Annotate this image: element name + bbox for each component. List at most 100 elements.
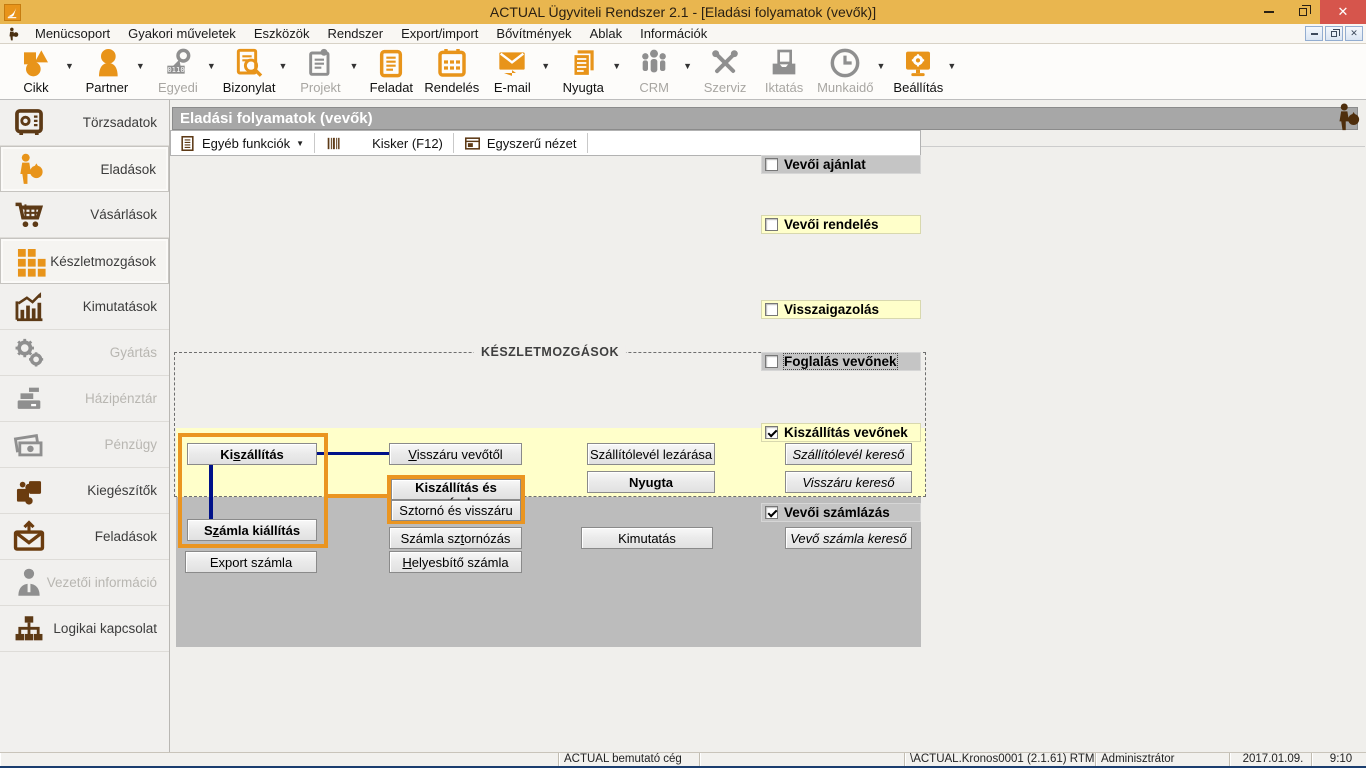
separator	[314, 133, 315, 153]
toolbar-feladat[interactable]: Feladat	[365, 47, 417, 95]
kiszallitas-button[interactable]: Kiszállítás	[187, 443, 317, 465]
sidebar-item-torzsadatok[interactable]: Törzsadatok	[0, 100, 169, 146]
separator	[453, 133, 454, 153]
toolbar-email[interactable]: E-mail	[486, 47, 538, 95]
status-bar: ACTUAL bemutató cég \ACTUAL.Kronos0001 (…	[0, 752, 1366, 766]
envelope-up-icon	[12, 520, 46, 554]
sidebar-item-eladasok[interactable]: Eladások	[0, 146, 169, 192]
dropdown-arrow-icon[interactable]: ▼	[541, 61, 550, 71]
toolbar-beallitas[interactable]: Beállítás	[892, 47, 944, 95]
szallitolevel-kereso-button[interactable]: Szállítólevél kereső	[785, 443, 912, 465]
toolbar-crm: CRM	[628, 47, 680, 95]
szamla-kiallitas-button[interactable]: Számla kiállítás	[187, 519, 317, 541]
szamla-sztornozas-button[interactable]: Számla sztornózás	[389, 527, 522, 549]
dropdown-arrow-icon[interactable]: ▼	[612, 61, 621, 71]
other-functions-button[interactable]: Egyéb funkciók ▼	[179, 135, 304, 152]
toolbar-projekt: Projekt	[294, 47, 346, 95]
sidebar-item-feladasok[interactable]: Feladások	[0, 514, 169, 560]
dropdown-arrow-icon[interactable]: ▼	[876, 61, 885, 71]
checkbox[interactable]	[765, 355, 778, 368]
toolbar-munkaido: Munkaidő	[817, 47, 873, 95]
status-user: Adminisztrátor	[1096, 753, 1230, 766]
dropdown-arrow-icon[interactable]: ▼	[136, 61, 145, 71]
kimutatas-button[interactable]: Kimutatás	[581, 527, 713, 549]
shapes-icon	[20, 47, 52, 79]
checkbox[interactable]	[765, 158, 778, 171]
app-window: ACTUAL Ügyviteli Rendszer 2.1 - [Eladási…	[0, 0, 1366, 768]
checkbox[interactable]	[765, 426, 778, 439]
menu-ablak[interactable]: Ablak	[581, 24, 632, 43]
toolbar-rendeles[interactable]: Rendelés	[424, 47, 479, 95]
stage-row-vevoi-szamlazas[interactable]: Vevői számlázás	[761, 503, 921, 522]
mdi-minimize-button[interactable]	[1305, 26, 1323, 41]
menu-menucsoport[interactable]: Menücsoport	[26, 24, 119, 43]
vevo-szamla-kereso-button[interactable]: Vevő számla kereső	[785, 527, 912, 549]
szallitolevel-lezarasa-button[interactable]: Szállítólevél lezárása	[587, 443, 715, 465]
salesperson-bag-icon	[13, 152, 47, 186]
menu-eszkozok[interactable]: Eszközök	[245, 24, 319, 43]
menu-informaciok[interactable]: Információk	[631, 24, 716, 43]
monitor-gear-icon	[902, 47, 934, 79]
dropdown-arrow-icon[interactable]: ▼	[207, 61, 216, 71]
stage-row-foglalas-vevonek[interactable]: Foglalás vevőnek	[761, 352, 921, 371]
status-empty	[700, 753, 905, 766]
kisker-button[interactable]: Kisker (F12)	[325, 135, 443, 152]
grid-icon	[13, 244, 47, 278]
head-icon	[91, 47, 123, 79]
checkbox[interactable]	[765, 218, 778, 231]
toolbar-bizonylat[interactable]: Bizonylat	[223, 47, 276, 95]
toolbar-nyugta[interactable]: Nyugta	[557, 47, 609, 95]
kiszallitas-es-szamla-button[interactable]: Kiszállítás és számla	[391, 479, 521, 500]
cart-icon	[12, 198, 46, 232]
sidebar: Törzsadatok Eladások Vásárlások Készletm…	[0, 100, 170, 752]
simple-view-icon	[464, 135, 481, 152]
visszaru-vevotol-button[interactable]: Visszáru vevőtől	[389, 443, 522, 465]
menu-bar: Menücsoport Gyakori műveletek Eszközök R…	[0, 24, 1366, 44]
stage-row-vevoi-ajanlat[interactable]: Vevői ajánlat	[761, 155, 921, 174]
dropdown-arrow-icon[interactable]: ▼	[683, 61, 692, 71]
sztorno-es-visszaru-button[interactable]: Sztornó és visszáru	[391, 500, 521, 521]
safe-icon	[12, 106, 46, 140]
sidebar-item-vasarlasok[interactable]: Vásárlások	[0, 192, 169, 238]
dropdown-arrow-icon[interactable]: ▼	[65, 61, 74, 71]
window-title: ACTUAL Ügyviteli Rendszer 2.1 - [Eladási…	[0, 0, 1366, 24]
calendar-icon	[436, 47, 468, 79]
main-toolbar: Cikk ▼ Partner ▼ 0110 Egyedi ▼ Bizonylat…	[0, 44, 1366, 100]
checkbox[interactable]	[765, 506, 778, 519]
checkbox[interactable]	[765, 303, 778, 316]
stage-row-vevoi-rendeles[interactable]: Vevői rendelés	[761, 215, 921, 234]
sidebar-item-keszletmozgasok[interactable]: Készletmozgások	[0, 238, 169, 284]
export-szamla-button[interactable]: Export számla	[185, 551, 317, 573]
dropdown-arrow-icon[interactable]: ▼	[349, 61, 358, 71]
stage-row-kiszallitas-vevonek[interactable]: Kiszállítás vevőnek	[761, 423, 921, 442]
toolbar-iktatas: Iktatás	[758, 47, 810, 95]
mdi-close-button[interactable]: ✕	[1345, 26, 1363, 41]
highlight-connector	[326, 494, 387, 498]
stage-row-visszaigazolas[interactable]: Visszaigazolás	[761, 300, 921, 319]
simple-view-button[interactable]: Egyszerű nézet	[464, 135, 577, 152]
gears-icon	[12, 336, 46, 370]
sidebar-item-kimutatasok[interactable]: Kimutatások	[0, 284, 169, 330]
toolbar-cikk[interactable]: Cikk	[10, 47, 62, 95]
sidebar-item-gyartas: Gyártás	[0, 330, 169, 376]
visszaru-kereso-button[interactable]: Visszáru kereső	[785, 471, 912, 493]
helyesbito-szamla-button[interactable]: Helyesbítő számla	[389, 551, 522, 573]
toolbar-partner[interactable]: Partner	[81, 47, 133, 95]
nyugta-button[interactable]: Nyugta	[587, 471, 715, 493]
mdi-restore-button[interactable]	[1325, 26, 1343, 41]
svg-text:0110: 0110	[167, 65, 184, 74]
clock-icon	[829, 47, 861, 79]
dropdown-arrow-icon[interactable]: ▼	[947, 61, 956, 71]
notepad-icon	[375, 47, 407, 79]
sidebar-item-kiegeszitok[interactable]: Kiegészítők	[0, 468, 169, 514]
menu-export-import[interactable]: Export/import	[392, 24, 487, 43]
pinned-note-icon	[304, 47, 336, 79]
dropdown-arrow-icon[interactable]: ▼	[279, 61, 288, 71]
sidebar-item-vezetoi-informacio: Vezetői információ	[0, 560, 169, 606]
sidebar-item-logikai-kapcsolat[interactable]: Logikai kapcsolat	[0, 606, 169, 652]
separator	[587, 133, 588, 153]
menu-gyakori-muveletek[interactable]: Gyakori műveletek	[119, 24, 245, 43]
menu-bovitmenyek[interactable]: Bővítmények	[487, 24, 580, 43]
menu-rendszer[interactable]: Rendszer	[318, 24, 392, 43]
title-bar: ACTUAL Ügyviteli Rendszer 2.1 - [Eladási…	[0, 0, 1366, 24]
